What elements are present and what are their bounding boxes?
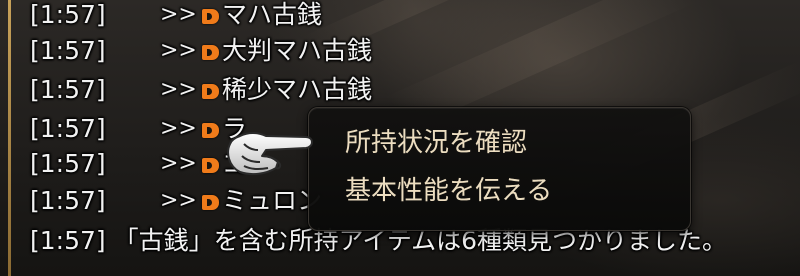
chat-arrow: >> <box>160 151 197 176</box>
item-link-icon <box>202 195 219 210</box>
item-link-icon <box>202 9 219 24</box>
chat-line: [1:57] >> ミュロン <box>30 183 322 219</box>
chat-line: [1:57] >> 大判マハ古銭 <box>30 33 372 69</box>
menu-item-share-stats[interactable]: 基本性能を伝える <box>345 171 552 211</box>
item-link[interactable]: マハ古銭 <box>222 0 322 33</box>
pointing-hand-cursor-icon <box>227 132 313 176</box>
chat-arrow: >> <box>160 77 197 102</box>
timestamp: [1:57] <box>30 226 106 255</box>
timestamp: [1:57] <box>30 114 106 143</box>
item-link-icon <box>202 45 219 60</box>
chat-line: [1:57] >> 稀少マハ古銭 <box>30 72 372 108</box>
item-link-icon <box>202 84 219 99</box>
chat-arrow: >> <box>160 116 197 141</box>
chat-line: [1:57] >> ラ <box>30 111 247 147</box>
chat-line: [1:57] >> マハ古銭 <box>30 0 322 33</box>
chat-line: [1:57] >> ゴ <box>30 146 247 182</box>
context-menu: 所持状況を確認 基本性能を伝える <box>308 107 691 231</box>
chat-arrow: >> <box>160 2 197 27</box>
item-link[interactable]: 大判マハ古銭 <box>222 33 372 69</box>
item-link[interactable]: ミュロン <box>222 183 322 219</box>
chat-window-border <box>8 0 11 276</box>
item-link-icon <box>202 158 219 173</box>
timestamp: [1:57] <box>30 149 106 178</box>
game-screen: [1:57] >> マハ古銭 [1:57] >> 大判マハ古銭 [1:57] >… <box>0 0 800 276</box>
chat-arrow: >> <box>160 188 197 213</box>
timestamp: [1:57] <box>30 186 106 215</box>
menu-item-check-possession[interactable]: 所持状況を確認 <box>345 123 527 163</box>
timestamp: [1:57] <box>30 36 106 65</box>
item-link-icon <box>202 123 219 138</box>
timestamp: [1:57] <box>30 0 106 29</box>
chat-arrow: >> <box>160 38 197 63</box>
timestamp: [1:57] <box>30 75 106 104</box>
item-link[interactable]: 稀少マハ古銭 <box>222 72 372 108</box>
